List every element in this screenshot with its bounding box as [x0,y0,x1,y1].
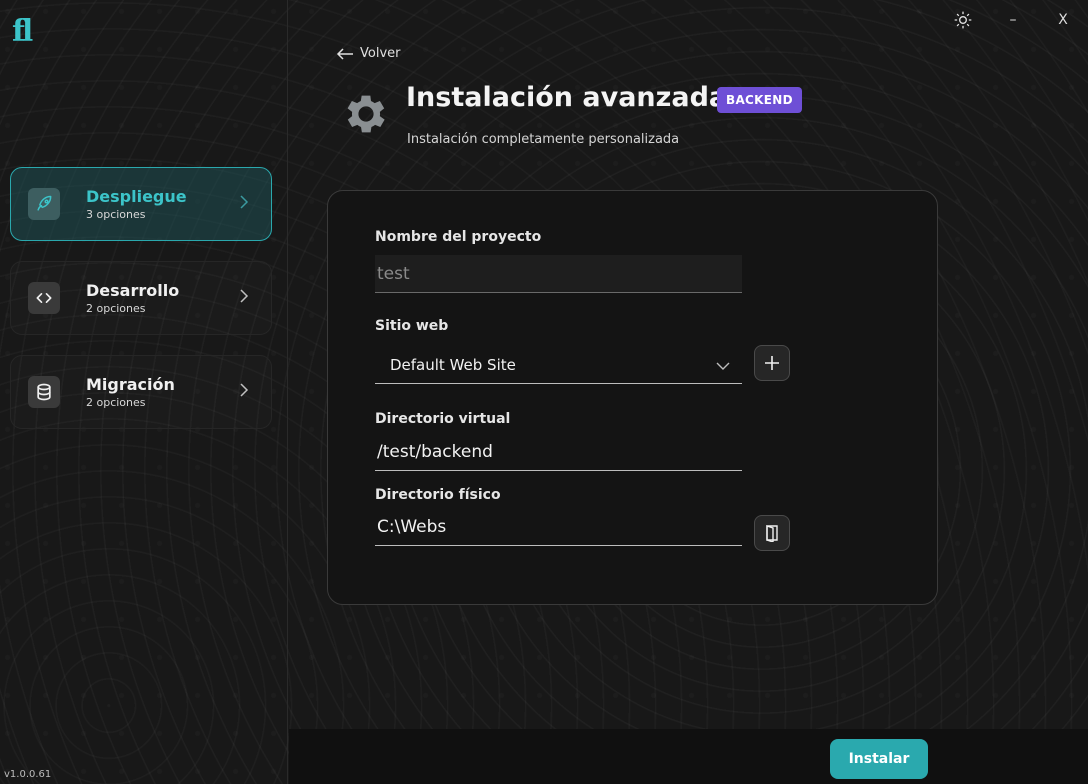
sidebar-item-subtitle: 2 opciones [86,395,146,409]
back-button[interactable]: Volver [336,46,401,61]
minimize-button[interactable]: – [988,8,1038,32]
chevron-down-icon [716,356,730,374]
virtual-dir-field[interactable] [375,433,742,471]
gear-icon [340,88,392,144]
backend-badge: BACKEND [717,87,802,113]
app-logo: fl [12,14,33,49]
project-name-field [375,255,742,293]
theme-toggle-button[interactable] [938,8,988,32]
add-website-button[interactable] [754,345,790,381]
door-open-icon [766,525,778,542]
sun-icon [954,11,972,29]
virtual-dir-label: Directorio virtual [375,411,511,427]
website-select[interactable]: Default Web Site [375,346,742,384]
sidebar-item-subtitle: 3 opciones [86,207,146,221]
sidebar-item-desarrollo[interactable]: Desarrollo 2 opciones [10,261,272,335]
website-selected-value: Default Web Site [390,355,516,374]
back-label: Volver [360,46,401,61]
virtual-dir-input[interactable] [375,441,742,462]
website-label: Sitio web [375,318,449,334]
rocket-icon [28,188,60,220]
physical-dir-field[interactable] [375,508,742,546]
sidebar-item-title: Despliegue [86,186,187,206]
sidebar-item-migracion[interactable]: Migración 2 opciones [10,355,272,429]
database-icon [28,376,60,408]
app-version: v1.0.0.61 [4,769,52,780]
sidebar-item-subtitle: 2 opciones [86,301,146,315]
sidebar: fl Despliegue 3 opciones Desarrollo 2 op… [0,0,288,784]
chevron-right-icon [239,194,249,214]
physical-dir-label: Directorio físico [375,487,501,503]
project-name-input [375,263,742,284]
chevron-right-icon [239,288,249,308]
footer-bar [289,729,1088,784]
arrow-left-icon [336,47,353,60]
plus-icon [765,356,779,370]
page-subtitle: Instalación completamente personalizada [407,132,680,147]
page-title: Instalación avanzada [406,82,728,113]
physical-dir-input[interactable] [375,516,742,537]
close-button[interactable]: X [1038,8,1088,32]
code-icon [28,282,60,314]
install-button[interactable]: Instalar [830,739,928,779]
sidebar-item-title: Migración [86,374,175,394]
window-controls: – X [938,8,1088,32]
chevron-right-icon [239,382,249,402]
sidebar-item-title: Desarrollo [86,280,180,300]
browse-folder-button[interactable] [754,515,790,551]
sidebar-item-despliegue[interactable]: Despliegue 3 opciones [10,167,272,241]
project-name-label: Nombre del proyecto [375,229,542,245]
